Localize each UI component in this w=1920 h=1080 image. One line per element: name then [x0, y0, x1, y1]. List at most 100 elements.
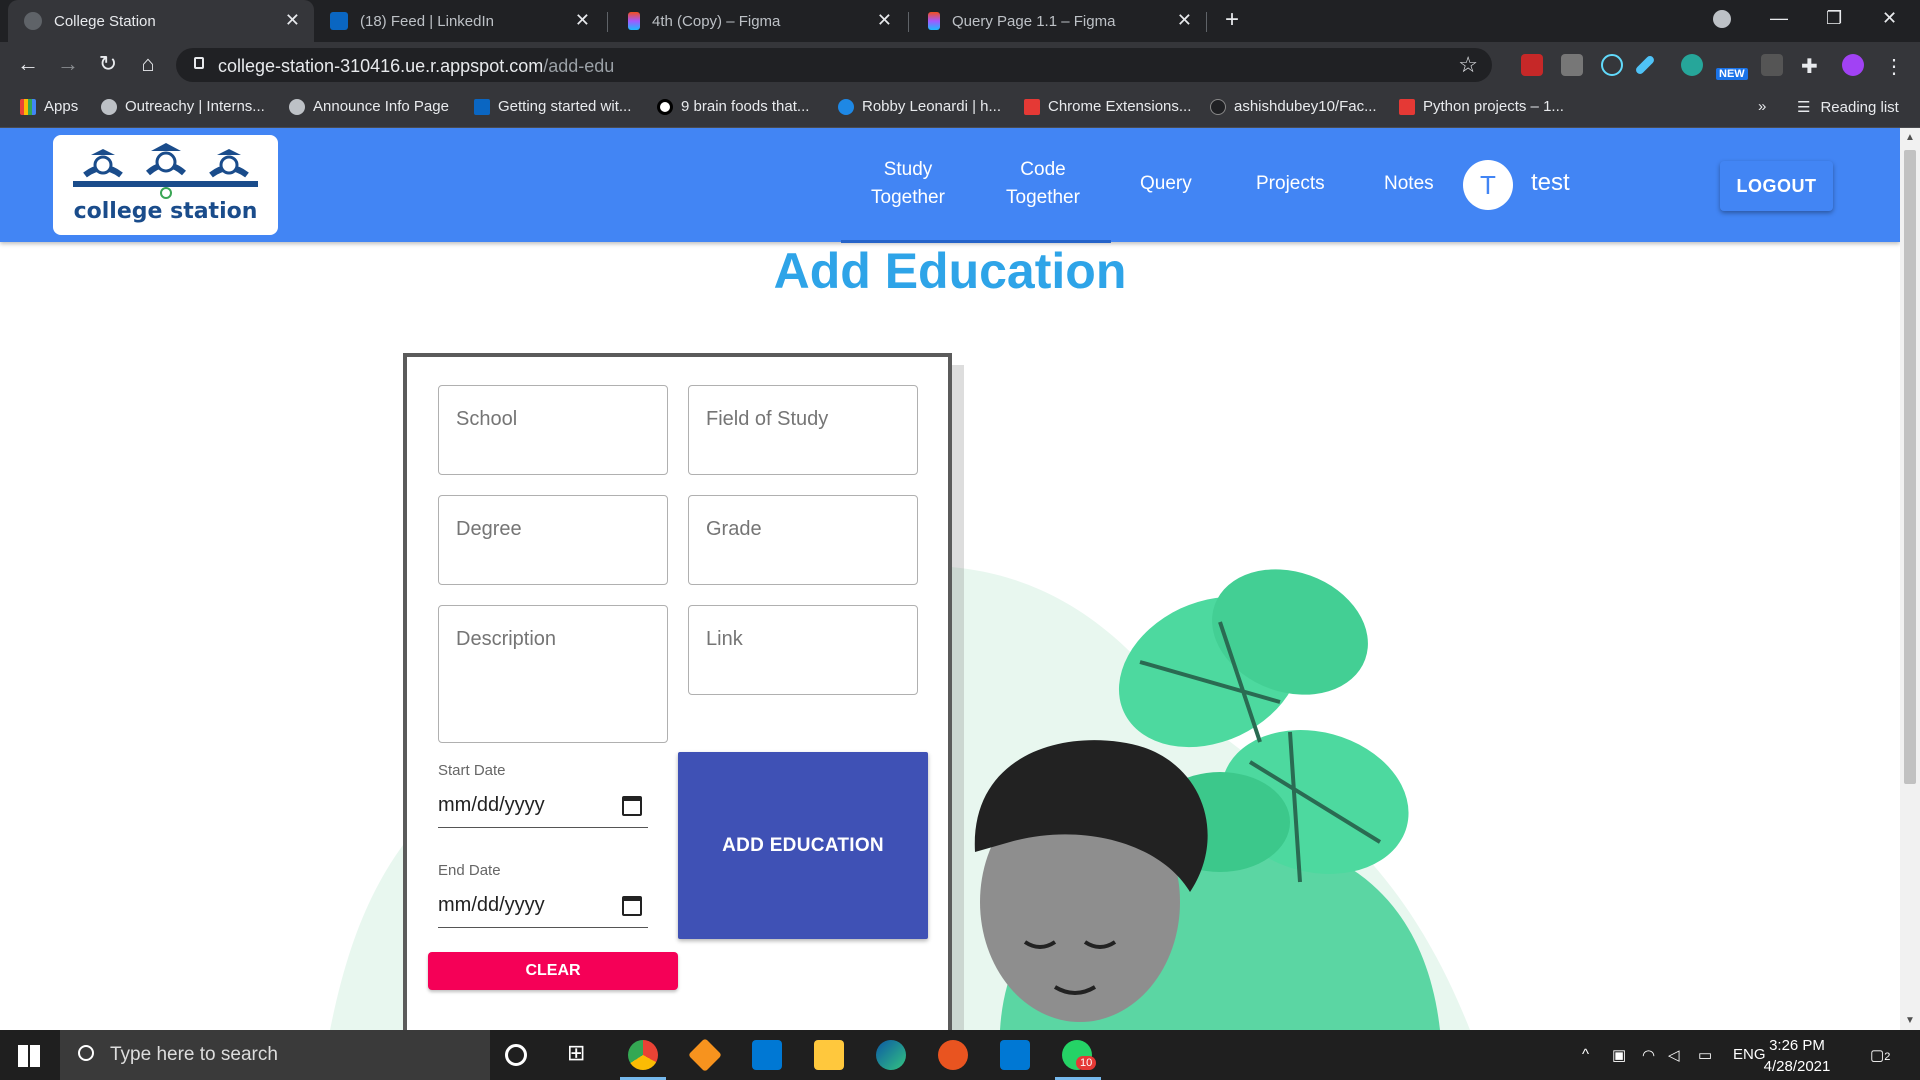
tab-title: Query Page 1.1 – Figma — [952, 12, 1116, 30]
task-view-icon[interactable]: ⊞ — [567, 1040, 597, 1070]
cortana-icon[interactable] — [505, 1044, 527, 1066]
figma-icon — [928, 12, 940, 30]
extension-icon[interactable] — [1561, 54, 1583, 76]
meet-now-icon[interactable]: ▣ — [1612, 1046, 1626, 1064]
end-date-input[interactable]: mm/dd/yyyy — [438, 888, 648, 928]
logout-button[interactable]: LOGOUT — [1720, 161, 1833, 211]
bookmark-item[interactable]: Robby Leonardi | h... — [838, 98, 1001, 115]
extension-m-icon[interactable] — [1681, 54, 1703, 76]
edge-icon[interactable] — [876, 1040, 906, 1070]
bookmark-item[interactable]: Getting started wit... — [474, 98, 631, 115]
file-explorer-icon[interactable] — [814, 1040, 844, 1070]
user-avatar[interactable]: T — [1463, 160, 1513, 210]
start-date-input[interactable]: mm/dd/yyyy — [438, 788, 648, 828]
extensions-puzzle-icon[interactable]: ✚ — [1801, 54, 1823, 78]
bookmarks-overflow-button[interactable]: » — [1758, 98, 1766, 115]
globe-icon — [101, 98, 117, 115]
tab-separator — [607, 12, 608, 32]
link-input[interactable]: Link — [688, 605, 918, 695]
browser-menu-icon[interactable]: ⋮ — [1883, 54, 1905, 78]
url-bar[interactable]: college-station-310416.ue.r.appspot.com/… — [176, 48, 1492, 82]
tab-title: (18) Feed | LinkedIn — [360, 12, 494, 30]
nav-code-together[interactable]: Code Together — [995, 156, 1091, 212]
grammarly-extension-icon[interactable] — [1761, 54, 1783, 76]
calendar-icon[interactable] — [622, 796, 642, 816]
bookmark-item[interactable]: ashishdubey10/Fac... — [1210, 98, 1377, 115]
scroll-up-icon[interactable]: ▲ — [1905, 132, 1915, 143]
home-icon[interactable]: ⌂ — [134, 51, 162, 77]
tab-title: 4th (Copy) – Figma — [652, 12, 781, 30]
git-icon[interactable] — [688, 1038, 722, 1072]
scroll-down-icon[interactable]: ▼ — [1905, 1015, 1915, 1026]
globe-icon — [289, 98, 305, 115]
system-clock[interactable]: 3:26 PM 4/28/2021 — [1752, 1035, 1842, 1077]
github-icon — [1210, 98, 1226, 115]
battery-icon[interactable]: ▭ — [1698, 1046, 1712, 1064]
udemy-icon — [1024, 98, 1040, 115]
windows-start-icon[interactable] — [18, 1045, 40, 1067]
bookmark-item[interactable]: 9 brain foods that... — [657, 98, 809, 115]
bookmark-star-icon[interactable]: ☆ — [1458, 52, 1478, 78]
tab-figma-4th[interactable]: 4th (Copy) – Figma ✕ — [612, 0, 906, 42]
degree-input[interactable]: Degree — [438, 495, 668, 585]
close-tab-icon[interactable]: ✕ — [1177, 10, 1192, 31]
logo-text: college station — [73, 199, 258, 224]
store-icon[interactable] — [752, 1040, 782, 1070]
restore-icon[interactable]: ❐ — [1826, 8, 1842, 29]
page-title: Add Education — [773, 243, 1127, 299]
tab-search-icon[interactable] — [1713, 10, 1731, 28]
nav-study-together[interactable]: Study Together — [860, 156, 956, 212]
windows-taskbar: Type here to search ⊞ 10 ^ ▣ ◠ ◁ ▭ ENG 3… — [0, 1030, 1920, 1080]
tab-figma-query[interactable]: Query Page 1.1 – Figma ✕ — [912, 0, 1206, 42]
scrollbar-thumb[interactable] — [1904, 150, 1916, 784]
bookmark-item[interactable]: Announce Info Page — [289, 98, 449, 115]
nav-query[interactable]: Query — [1140, 170, 1192, 198]
nav-notes[interactable]: Notes — [1384, 170, 1434, 198]
page-viewport: college station Study Together Code Togeth… — [0, 128, 1900, 1030]
address-toolbar: ← → ↻ ⌂ college-station-310416.ue.r.apps… — [0, 42, 1920, 88]
react-devtools-icon[interactable] — [1601, 54, 1623, 76]
close-tab-icon[interactable]: ✕ — [285, 10, 300, 31]
clear-button[interactable]: CLEAR — [428, 952, 678, 990]
minimize-icon[interactable]: — — [1770, 8, 1788, 29]
new-tab-button[interactable]: + — [1225, 6, 1239, 34]
bookmark-apps[interactable]: Apps — [20, 98, 78, 115]
bookmark-item[interactable]: Chrome Extensions... — [1024, 98, 1191, 115]
vscode-icon[interactable] — [1000, 1040, 1030, 1070]
college-station-logo[interactable]: college station — [53, 135, 278, 235]
new-badge: NEW — [1716, 68, 1748, 80]
nav-projects[interactable]: Projects — [1256, 170, 1325, 198]
add-education-button[interactable]: ADD EDUCATION — [678, 752, 928, 939]
ubuntu-icon[interactable] — [938, 1040, 968, 1070]
taskbar-search[interactable]: Type here to search — [60, 1030, 490, 1080]
reading-list-button[interactable]: ☰ Reading list — [1797, 98, 1899, 117]
notifications-icon[interactable]: ▢2 — [1870, 1046, 1890, 1064]
tab-college-station[interactable]: College Station ✕ — [8, 0, 314, 42]
globe-icon — [24, 12, 42, 30]
close-window-icon[interactable]: ✕ — [1882, 8, 1897, 29]
username: test — [1531, 169, 1570, 196]
close-tab-icon[interactable]: ✕ — [877, 10, 892, 31]
linkedin-icon — [330, 12, 348, 30]
bookmark-item[interactable]: Python projects – 1... — [1399, 98, 1564, 115]
volume-icon[interactable]: ◁ — [1668, 1046, 1680, 1064]
pocket-extension-icon[interactable] — [1521, 54, 1543, 76]
grade-input[interactable]: Grade — [688, 495, 918, 585]
profile-avatar-icon[interactable] — [1842, 54, 1864, 76]
description-textarea[interactable]: Description — [438, 605, 668, 743]
bookmark-item[interactable]: Outreachy | Interns... — [101, 98, 265, 115]
bookmarks-bar: Apps Outreachy | Interns... Announce Inf… — [0, 88, 1920, 128]
reload-icon[interactable]: ↻ — [94, 51, 122, 77]
forward-icon[interactable]: → — [54, 51, 82, 77]
site-icon — [657, 98, 673, 115]
calendar-icon[interactable] — [622, 896, 642, 916]
tray-overflow-icon[interactable]: ^ — [1582, 1046, 1589, 1063]
school-input[interactable]: School — [438, 385, 668, 475]
back-icon[interactable]: ← — [14, 51, 42, 77]
page-scrollbar[interactable]: ▲ ▼ — [1900, 128, 1920, 1030]
wifi-icon[interactable]: ◠ — [1642, 1046, 1655, 1064]
close-tab-icon[interactable]: ✕ — [575, 10, 590, 31]
field-of-study-input[interactable]: Field of Study — [688, 385, 918, 475]
tab-linkedin[interactable]: (18) Feed | LinkedIn ✕ — [314, 0, 604, 42]
chrome-taskbar-icon[interactable] — [628, 1040, 658, 1070]
